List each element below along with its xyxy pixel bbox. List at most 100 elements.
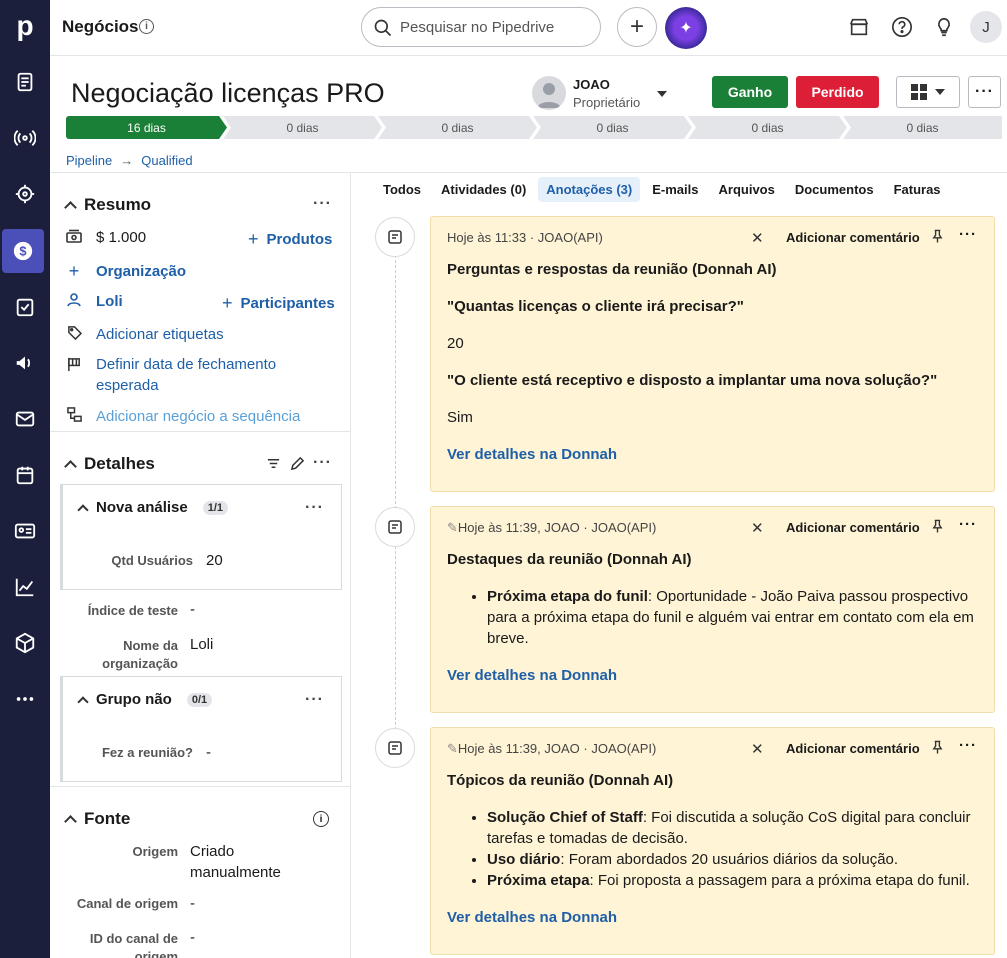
mail-icon[interactable]	[0, 397, 50, 441]
note-body: Destaques da reunião (Donnah AI) Próxima…	[447, 549, 978, 702]
note-card[interactable]: Hoje às 11:33 · JOAO(API) ✕ Adicionar co…	[430, 216, 995, 492]
field-value[interactable]: Criado manualmente	[190, 841, 281, 883]
info-icon[interactable]: i	[313, 811, 329, 827]
close-date-row[interactable]: Definir data de fechamento esperada	[66, 354, 276, 396]
person-name[interactable]: Loli	[96, 293, 123, 310]
stage-3[interactable]: 0 dias	[378, 116, 537, 139]
stage-5[interactable]: 0 dias	[688, 116, 847, 139]
owner-name[interactable]: JOAO	[573, 77, 610, 92]
calendar-icon[interactable]	[0, 453, 50, 497]
tab-todos[interactable]: Todos	[375, 177, 429, 202]
info-icon[interactable]: i	[139, 19, 154, 34]
quick-add-button[interactable]: +	[617, 7, 657, 47]
more-actions-button[interactable]: ···	[968, 76, 1001, 108]
add-products-button[interactable]: + Produtos	[248, 229, 332, 250]
products-label: Produtos	[266, 231, 333, 248]
add-sequence-row[interactable]: Adicionar negócio a sequência	[66, 407, 300, 425]
field-value[interactable]: 20	[206, 552, 223, 569]
add-comment-button[interactable]: Adicionar comentário	[786, 520, 920, 535]
stage-4[interactable]: 0 dias	[533, 116, 692, 139]
note-icon	[375, 507, 415, 547]
details-section-header[interactable]: Detalhes	[64, 454, 155, 474]
tab-arquivos[interactable]: Arquivos	[711, 177, 783, 202]
notes-icon[interactable]	[0, 60, 50, 104]
note-more-icon[interactable]: ···	[959, 226, 977, 243]
field-value[interactable]: Loli	[190, 636, 213, 653]
owner-role: Proprietário	[573, 95, 641, 110]
view-details-link[interactable]: Ver detalhes na Donnah	[447, 909, 617, 926]
tab-anotacoes[interactable]: Anotações (3)	[538, 177, 641, 202]
details-more-icon[interactable]: ···	[313, 454, 332, 472]
tab-atividades[interactable]: Atividades (0)	[433, 177, 534, 202]
money-icon	[66, 229, 82, 246]
breadcrumb-pipeline[interactable]: Pipeline	[66, 153, 112, 168]
pin-icon[interactable]	[931, 229, 944, 246]
breadcrumb-stage[interactable]: Qualified	[141, 153, 192, 168]
filter-icon[interactable]	[266, 456, 281, 474]
collapse-icon[interactable]: ✕	[751, 740, 764, 758]
view-switcher-button[interactable]	[896, 76, 960, 108]
products-icon[interactable]	[0, 621, 50, 665]
note-card[interactable]: ✎Hoje às 11:39, JOAO · JOAO(API) ✕ Adici…	[430, 506, 995, 713]
campaigns-icon[interactable]	[0, 341, 50, 385]
insights-icon[interactable]	[0, 565, 50, 609]
contacts-icon[interactable]	[0, 509, 50, 553]
tab-faturas[interactable]: Faturas	[886, 177, 949, 202]
search-input[interactable]: Pesquisar no Pipedrive	[361, 7, 601, 47]
note-card[interactable]: ✎Hoje às 11:39, JOAO · JOAO(API) ✕ Adici…	[430, 727, 995, 955]
add-comment-button[interactable]: Adicionar comentário	[786, 741, 920, 756]
view-details-link[interactable]: Ver detalhes na Donnah	[447, 446, 617, 463]
add-tags-row[interactable]: Adicionar etiquetas	[66, 325, 224, 343]
deal-value-row[interactable]: $ 1.000	[66, 229, 146, 246]
add-organization-button[interactable]: + Organização	[66, 261, 186, 282]
owner-avatar[interactable]	[532, 76, 566, 110]
lightbulb-icon[interactable]	[932, 15, 956, 39]
field-value[interactable]: -	[190, 929, 195, 946]
collapse-icon[interactable]: ✕	[751, 519, 764, 537]
field-value[interactable]: -	[190, 601, 195, 618]
user-avatar[interactable]: J	[970, 11, 1002, 43]
tab-documentos[interactable]: Documentos	[787, 177, 882, 202]
add-participants-button[interactable]: + Participantes	[222, 293, 335, 314]
lost-button[interactable]: Perdido	[796, 76, 879, 108]
won-button[interactable]: Ganho	[712, 76, 788, 108]
note-more-icon[interactable]: ···	[959, 516, 977, 533]
pipedrive-logo[interactable]: p	[0, 0, 50, 52]
tab-emails[interactable]: E-mails	[644, 177, 706, 202]
radio-icon[interactable]	[0, 116, 50, 160]
source-section-header[interactable]: Fonte	[64, 809, 130, 829]
summary-more-icon[interactable]: ···	[313, 195, 332, 213]
deal-title[interactable]: Negociação licenças PRO	[71, 78, 385, 109]
group-more-icon[interactable]: ···	[305, 691, 324, 709]
pin-icon[interactable]	[931, 519, 944, 536]
add-tags-label[interactable]: Adicionar etiquetas	[96, 326, 224, 343]
field-value[interactable]: -	[190, 895, 195, 912]
chevron-down-icon[interactable]	[657, 91, 667, 97]
add-comment-button[interactable]: Adicionar comentário	[786, 230, 920, 245]
tasks-icon[interactable]	[0, 285, 50, 329]
marketplace-icon[interactable]	[847, 15, 871, 39]
group-more-icon[interactable]: ···	[305, 499, 324, 517]
note-more-icon[interactable]: ···	[959, 737, 977, 754]
ai-sparkle-icon[interactable]: ✦	[665, 7, 707, 49]
field-value[interactable]: -	[206, 744, 211, 761]
stage-6[interactable]: 0 dias	[843, 116, 1002, 139]
deal-value[interactable]: $ 1.000	[96, 229, 146, 246]
edit-icon[interactable]	[290, 456, 305, 474]
pin-icon[interactable]	[931, 740, 944, 757]
target-icon[interactable]	[0, 172, 50, 216]
stage-2[interactable]: 0 dias	[223, 116, 382, 139]
person-row[interactable]: Loli	[66, 293, 123, 310]
more-icon[interactable]	[0, 677, 50, 721]
summary-section-header[interactable]: Resumo	[64, 195, 151, 215]
view-details-link[interactable]: Ver detalhes na Donnah	[447, 667, 617, 684]
close-date-label[interactable]: Definir data de fechamento esperada	[96, 354, 276, 396]
add-sequence-label[interactable]: Adicionar negócio a sequência	[96, 408, 300, 425]
help-icon[interactable]	[890, 15, 914, 39]
group-header[interactable]: Nova análise 1/1	[77, 499, 229, 516]
deals-icon[interactable]: $	[2, 229, 44, 273]
stage-1[interactable]: 16 dias	[66, 116, 227, 139]
collapse-icon[interactable]: ✕	[751, 229, 764, 247]
list-item: Solução Chief of Staff: Foi discutida a …	[487, 807, 978, 849]
group-header[interactable]: Grupo não 0/1	[77, 691, 213, 708]
